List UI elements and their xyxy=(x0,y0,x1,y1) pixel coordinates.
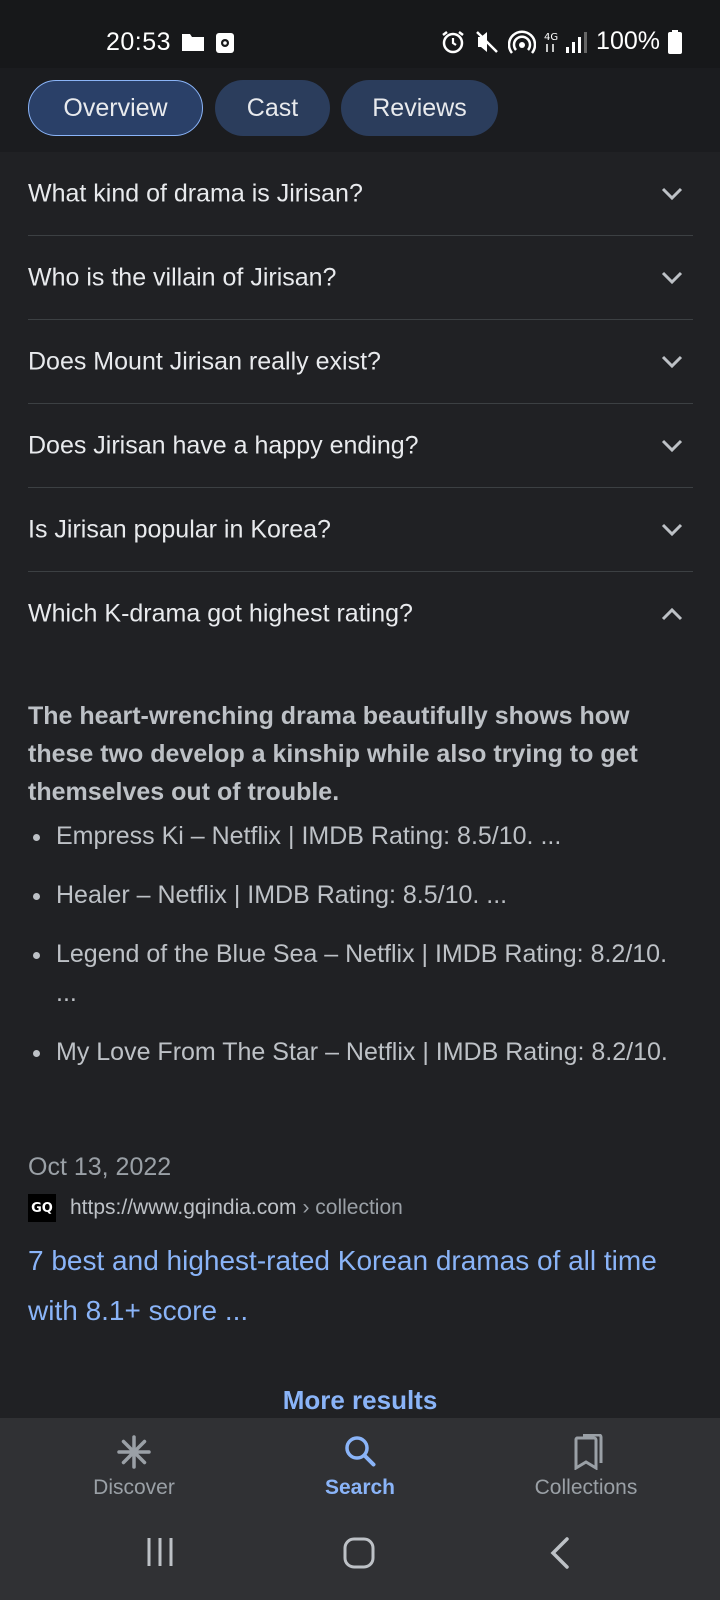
battery-icon xyxy=(668,29,682,54)
gq-favicon-icon: GQ xyxy=(28,1194,56,1222)
home-icon[interactable] xyxy=(342,1536,376,1570)
list-item-text: Legend of the Blue Sea – Netflix | IMDB … xyxy=(56,940,668,1007)
battery-percent: 100% xyxy=(596,27,660,55)
source-breadcrumb: › collection xyxy=(302,1196,403,1219)
result-title-link[interactable]: 7 best and highest-rated Korean dramas o… xyxy=(28,1236,688,1336)
tab-overview[interactable]: Overview xyxy=(28,80,203,136)
list-item: Legend of the Blue Sea – Netflix | IMDB … xyxy=(28,935,678,1013)
faq-item[interactable]: Is Jirisan popular in Korea? xyxy=(28,488,693,572)
tab-cast-label: Cast xyxy=(246,93,299,122)
list-item: Empress Ki – Netflix | IMDB Rating: 8.5/… xyxy=(28,817,678,856)
search-icon xyxy=(345,1436,376,1467)
source-url: https://www.gqindia.com xyxy=(70,1196,297,1219)
nav-discover[interactable]: Discover xyxy=(14,1418,254,1514)
faq-item[interactable]: Does Jirisan have a happy ending? xyxy=(28,404,693,488)
alarm-icon xyxy=(442,30,464,53)
collections-icon xyxy=(574,1434,603,1470)
nav-search-label: Search xyxy=(324,1476,396,1499)
bullet xyxy=(33,1050,40,1057)
faq-question: Who is the villain of Jirisan? xyxy=(28,263,337,291)
bullet xyxy=(33,834,40,841)
folder-icon xyxy=(182,34,204,51)
answer-list: Empress Ki – Netflix | IMDB Rating: 8.5/… xyxy=(28,817,678,1072)
mute-icon xyxy=(476,30,498,53)
chevron-down-icon xyxy=(661,439,683,452)
source-row[interactable]: GQ https://www.gqindia.com › collection xyxy=(28,1194,403,1222)
4g-signal-icon: 4G xyxy=(544,31,588,53)
list-item: Healer – Netflix | IMDB Rating: 8.5/10. … xyxy=(28,876,678,915)
tab-cast[interactable]: Cast xyxy=(215,80,330,136)
nav-collections-label: Collections xyxy=(534,1476,638,1499)
tab-reviews[interactable]: Reviews xyxy=(341,80,498,136)
list-item-text: My Love From The Star – Netflix | IMDB R… xyxy=(56,1038,668,1066)
faq-question: Does Mount Jirisan really exist? xyxy=(28,347,381,375)
chevron-down-icon xyxy=(661,187,683,200)
recent-apps-icon[interactable] xyxy=(144,1536,176,1568)
faq-item[interactable]: Who is the villain of Jirisan? xyxy=(28,236,693,320)
hotspot-icon xyxy=(508,29,537,54)
list-item: My Love From The Star – Netflix | IMDB R… xyxy=(28,1033,678,1072)
nav-discover-label: Discover xyxy=(93,1476,175,1499)
faq-question: Does Jirisan have a happy ending? xyxy=(28,431,419,459)
nav-search[interactable]: Search xyxy=(240,1418,480,1514)
faq-item-expanded[interactable]: Which K-drama got highest rating? xyxy=(28,572,693,656)
status-time: 20:53 xyxy=(106,28,172,56)
status-left-icons xyxy=(181,32,235,54)
discover-icon xyxy=(117,1435,151,1469)
tab-bar: Overview Cast Reviews xyxy=(0,68,720,152)
status-bar: 20:53 4G 100% xyxy=(0,0,720,68)
list-item-text: Healer – Netflix | IMDB Rating: 8.5/10. … xyxy=(56,881,508,909)
list-item-text: Empress Ki – Netflix | IMDB Rating: 8.5/… xyxy=(56,822,562,850)
nav-collections[interactable]: Collections xyxy=(466,1418,706,1514)
bullet xyxy=(33,893,40,900)
screenshot-icon xyxy=(216,33,234,53)
status-right: 4G 100% xyxy=(440,27,682,56)
faq-question: What kind of drama is Jirisan? xyxy=(28,179,363,207)
svg-text:4G: 4G xyxy=(544,32,558,43)
tab-overview-label: Overview xyxy=(63,93,168,122)
result-date: Oct 13, 2022 xyxy=(28,1153,172,1181)
chevron-down-icon xyxy=(661,271,683,284)
faq-question: Which K-drama got highest rating? xyxy=(28,599,413,628)
answer-lead: The heart-wrenching drama beautifully sh… xyxy=(28,702,638,806)
more-results-button[interactable]: More results xyxy=(0,1385,720,1416)
chevron-down-icon xyxy=(661,523,683,536)
faq-question: Is Jirisan popular in Korea? xyxy=(28,515,331,543)
bullet xyxy=(33,952,40,959)
bottom-nav: Discover Search Collections xyxy=(0,1418,720,1514)
faq-item[interactable]: What kind of drama is Jirisan? xyxy=(28,152,693,236)
chevron-down-icon xyxy=(661,355,683,368)
faq-item[interactable]: Does Mount Jirisan really exist? xyxy=(28,320,693,404)
chevron-up-icon xyxy=(661,607,683,621)
system-nav xyxy=(0,1514,720,1600)
back-icon[interactable] xyxy=(549,1536,573,1570)
tab-reviews-label: Reviews xyxy=(372,93,467,122)
